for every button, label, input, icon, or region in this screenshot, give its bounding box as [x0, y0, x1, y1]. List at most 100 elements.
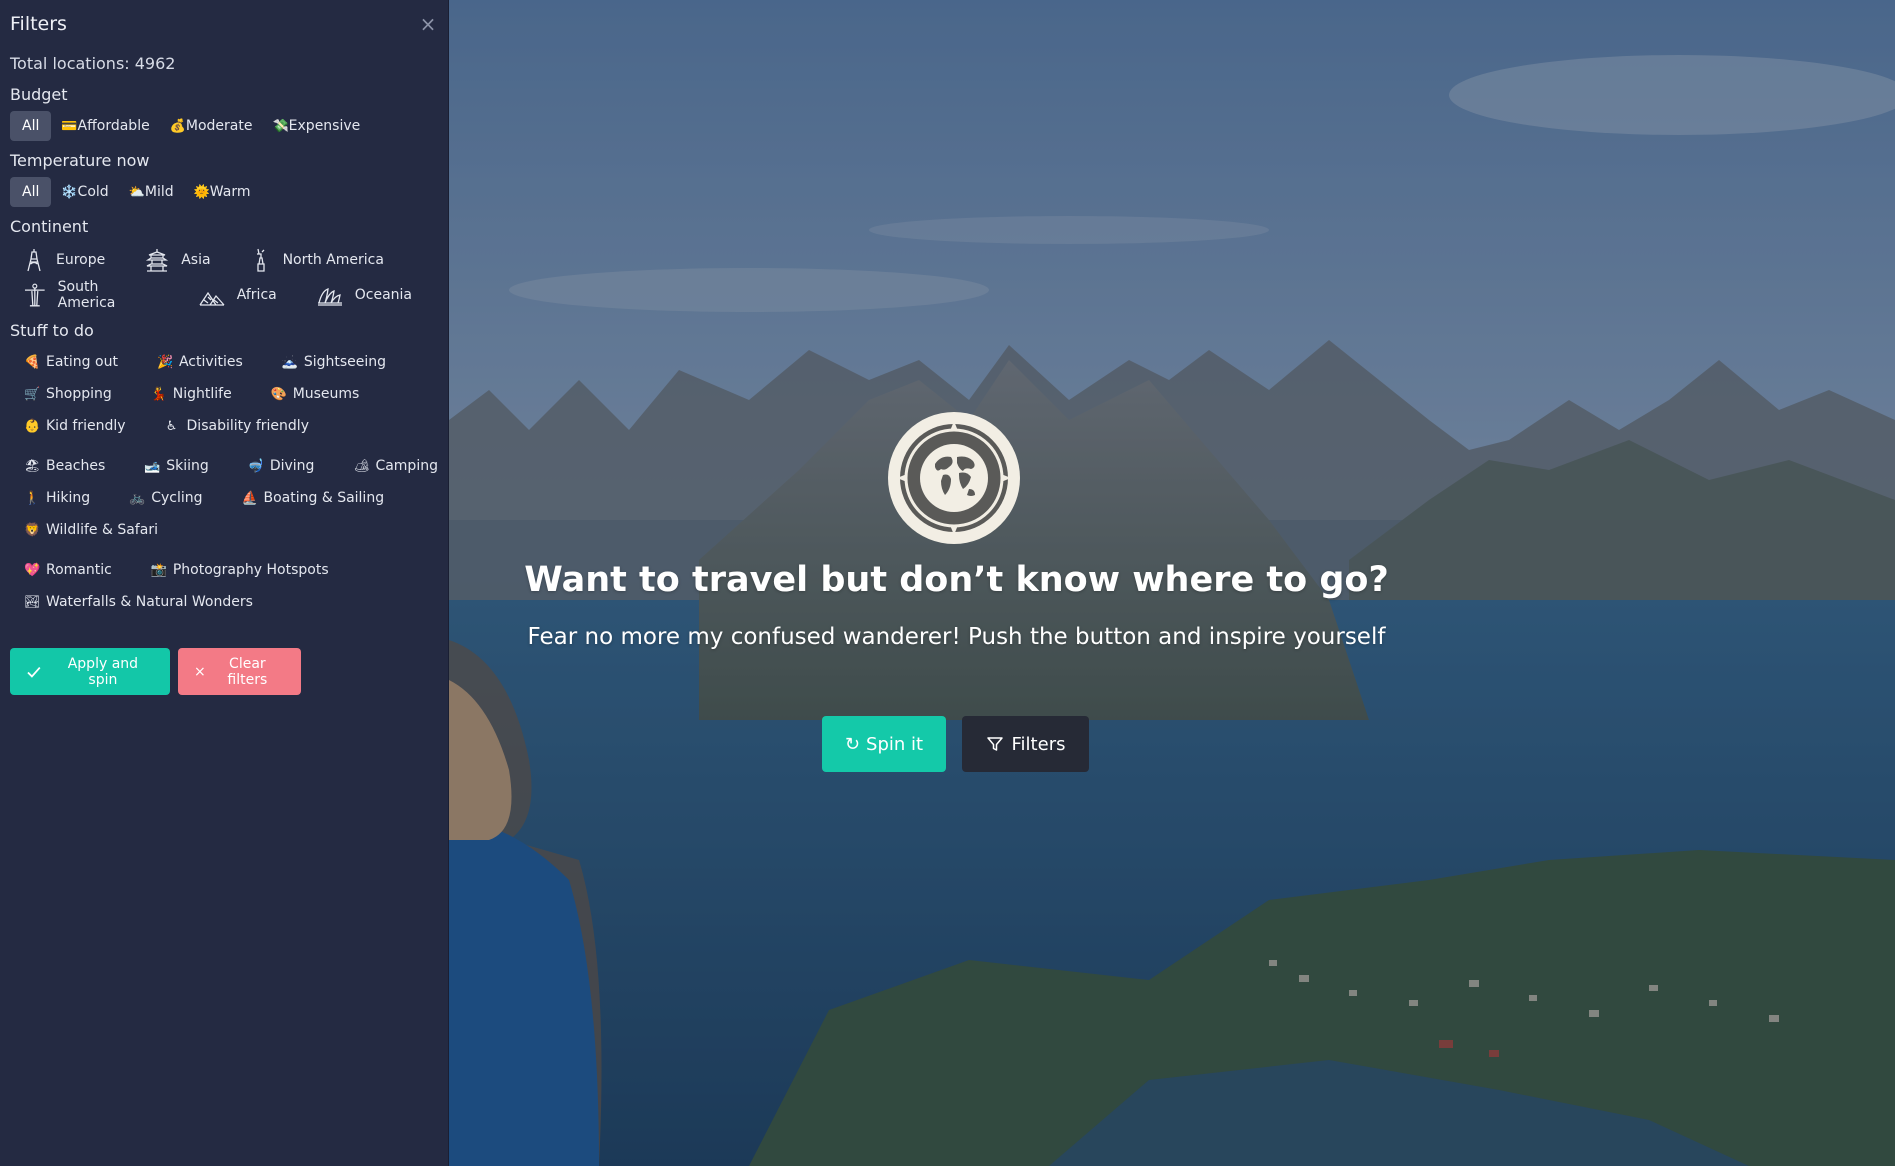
continent-label: Asia	[181, 251, 211, 268]
temperature-selector: All ❄️Cold ⛅Mild 🌞Warm	[10, 176, 438, 208]
tag-kid-friendly[interactable]: 👶 Kid friendly	[10, 418, 126, 434]
tag-eating-out[interactable]: 🍕 Eating out	[10, 354, 118, 370]
stuff-to-do-title: Stuff to do	[10, 321, 94, 340]
camera-icon: 📸	[150, 562, 168, 578]
tag-label: Wildlife & Safari	[46, 522, 158, 538]
pizza-icon: 🍕	[24, 354, 41, 370]
spin-it-label: Spin it	[866, 733, 924, 755]
tag-activities[interactable]: 🎉 Activities	[143, 354, 243, 370]
tag-museums[interactable]: 🎨 Museums	[257, 386, 360, 402]
tag-nightlife[interactable]: 💃 Nightlife	[137, 386, 232, 402]
continent-title: Continent	[10, 217, 89, 236]
temperature-option-label: Mild	[144, 184, 174, 200]
tag-cycling[interactable]: 🚲 Cycling	[115, 490, 202, 506]
heart-icon: 💖	[24, 562, 41, 578]
tag-label: Boating & Sailing	[263, 490, 385, 506]
budget-option-affordable[interactable]: 💳Affordable	[51, 111, 159, 141]
tag-romantic[interactable]: 💖 Romantic	[10, 562, 112, 578]
tag-label: Skiing	[166, 458, 209, 474]
tag-shopping[interactable]: 🛒 Shopping	[10, 386, 112, 402]
filters-sidebar: Filters × Total locations: 4962 Budget A…	[0, 0, 449, 1166]
tag-wildlife-safari[interactable]: 🦁 Wildlife & Safari	[10, 522, 158, 538]
beach-umbrella-icon: 🏖	[24, 458, 41, 474]
party-popper-icon: 🎉	[156, 354, 174, 370]
hero-subline: Fear no more my confused wanderer! Push …	[527, 624, 1386, 650]
pagoda-icon	[146, 248, 169, 272]
statue-of-liberty-icon	[256, 248, 265, 272]
tag-label: Diving	[269, 458, 315, 474]
tag-disability-friendly[interactable]: ♿ Disability friendly	[151, 418, 309, 434]
budget-option-label: Expensive	[288, 118, 361, 134]
continent-label: Africa	[236, 286, 277, 303]
tag-label: Romantic	[46, 562, 112, 578]
continent-africa[interactable]: Africa	[185, 283, 277, 307]
temperature-option-cold[interactable]: ❄️Cold	[51, 177, 118, 207]
tag-waterfalls-natural-wonders[interactable]: 🏞 Waterfalls & Natural Wonders	[10, 594, 253, 610]
temperature-option-mild[interactable]: ⛅Mild	[119, 177, 184, 207]
tag-diving[interactable]: 🤿 Diving	[234, 458, 315, 474]
hiker-icon: 🚶	[24, 490, 41, 506]
budget-option-all[interactable]: All	[10, 111, 52, 141]
filters-button[interactable]: Filters	[962, 716, 1089, 772]
clear-filters-button[interactable]: × Clear filters	[178, 648, 301, 695]
tag-sightseeing[interactable]: 🗻 Sightseeing	[268, 354, 386, 370]
sidebar-actions: Apply and spin × Clear filters	[10, 648, 438, 695]
continent-list: Europe Asia North America South America …	[10, 242, 438, 312]
continent-label: North America	[282, 251, 384, 268]
continent-south-america[interactable]: South America	[10, 279, 159, 311]
pyramids-icon	[199, 291, 225, 306]
tag-boating-sailing[interactable]: ⛵ Boating & Sailing	[227, 490, 384, 506]
budget-title: Budget	[10, 85, 68, 104]
tag-label: Beaches	[46, 458, 106, 474]
tag-label: Nightlife	[172, 386, 232, 402]
hero-actions: ↻ Spin it Filters	[822, 716, 1089, 772]
budget-option-label: All	[22, 118, 40, 134]
temperature-option-label: Warm	[209, 184, 251, 200]
budget-option-moderate[interactable]: 💰Moderate	[160, 111, 263, 141]
sun-cloud-icon: ⛅	[128, 185, 145, 200]
tag-hiking[interactable]: 🚶 Hiking	[10, 490, 90, 506]
continent-label: South America	[57, 278, 116, 311]
money-wings-icon: 💸	[272, 119, 289, 134]
lion-icon: 🦁	[24, 522, 41, 538]
refresh-icon: ↻	[844, 733, 861, 755]
temperature-option-label: All	[22, 184, 40, 200]
tag-label: Eating out	[46, 354, 118, 370]
temperature-title: Temperature now	[10, 151, 150, 170]
ski-icon: 🎿	[144, 458, 161, 474]
continent-north-america[interactable]: North America	[237, 248, 384, 272]
palette-icon: 🎨	[270, 386, 287, 402]
continent-europe[interactable]: Europe	[10, 248, 105, 272]
money-bag-icon: 💰	[169, 119, 186, 134]
clear-filters-label: Clear filters	[227, 655, 268, 688]
tag-photography-hotspots[interactable]: 📸 Photography Hotspots	[137, 562, 329, 578]
continent-oceania[interactable]: Oceania	[303, 283, 412, 307]
apply-and-spin-button[interactable]: Apply and spin	[10, 648, 170, 695]
funnel-icon	[986, 737, 1003, 751]
stuff-to-do-list: 🍕 Eating out 🎉 Activities 🗻 Sightseeing 🛒 Sh…	[10, 346, 438, 618]
temperature-option-all[interactable]: All	[10, 177, 52, 207]
sidebar-title: Filters	[10, 13, 67, 35]
hero-section: Want to travel but don’t know where to g…	[449, 0, 1895, 1166]
filters-label: Filters	[1011, 733, 1066, 755]
budget-option-label: Affordable	[77, 118, 150, 134]
tag-camping[interactable]: 🏕 Camping	[339, 458, 438, 474]
sun-icon: 🌞	[193, 185, 210, 200]
temperature-option-warm[interactable]: 🌞Warm	[184, 177, 261, 207]
tag-label: Disability friendly	[186, 418, 309, 434]
tag-label: Kid friendly	[46, 418, 126, 434]
compass-globe-logo-icon	[888, 412, 1020, 544]
budget-selector: All 💳Affordable 💰Moderate 💸Expensive	[10, 110, 438, 142]
tag-label: Photography Hotspots	[172, 562, 329, 578]
diving-mask-icon: 🤿	[247, 458, 265, 474]
tag-beaches[interactable]: 🏖 Beaches	[10, 458, 105, 474]
tag-label: Shopping	[46, 386, 112, 402]
spin-it-button[interactable]: ↻ Spin it	[822, 716, 946, 772]
opera-house-icon	[317, 287, 342, 306]
christ-redeemer-icon	[24, 283, 45, 306]
continent-asia[interactable]: Asia	[131, 248, 211, 272]
budget-option-expensive[interactable]: 💸Expensive	[262, 111, 370, 141]
close-icon[interactable]: ×	[418, 12, 438, 36]
tag-skiing[interactable]: 🎿 Skiing	[130, 458, 209, 474]
apply-and-spin-label: Apply and spin	[67, 655, 139, 688]
